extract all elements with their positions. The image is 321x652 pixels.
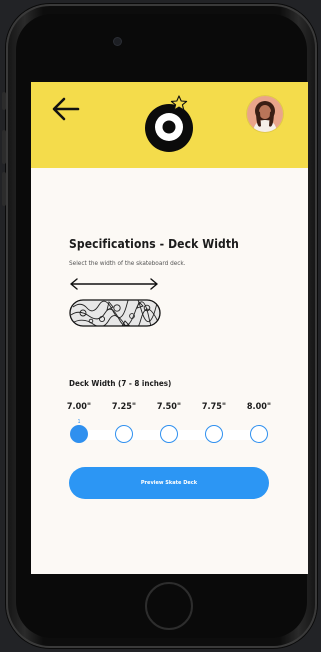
width-option-label: 7.50" [156,402,182,412]
width-stop-8-00[interactable] [250,425,268,443]
front-camera [114,38,121,45]
home-button[interactable] [145,582,193,630]
width-stop-7-00[interactable] [70,425,88,443]
width-option-label: 8.00" [246,402,272,412]
mute-switch [2,92,6,110]
eight-ball-with-star-logo[interactable] [141,94,197,154]
page-subtitle: Select the width of the skateboard deck. [69,259,186,267]
volume-down-button [2,172,6,206]
width-option-label: 7.75" [201,402,227,412]
double-arrow-icon [70,278,158,290]
app-screen: Specifications - Deck Width Select the w… [31,82,308,574]
width-option-label: 7.00" [66,402,92,412]
width-stop-7-25[interactable] [115,425,133,443]
skateboard-deck-icon [69,299,161,327]
width-stop-7-50[interactable] [160,425,178,443]
app-header [31,82,308,168]
preview-skate-deck-button[interactable]: Preview Skate Deck [69,467,269,499]
deck-width-label: Deck Width (7 - 8 inches) [69,379,172,388]
arrow-left-icon[interactable] [51,96,81,122]
volume-up-button [2,130,6,164]
width-option-label: 7.25" [111,402,137,412]
width-stop-7-75[interactable] [205,425,223,443]
page-title: Specifications - Deck Width [69,237,239,251]
user-avatar[interactable] [247,96,283,132]
